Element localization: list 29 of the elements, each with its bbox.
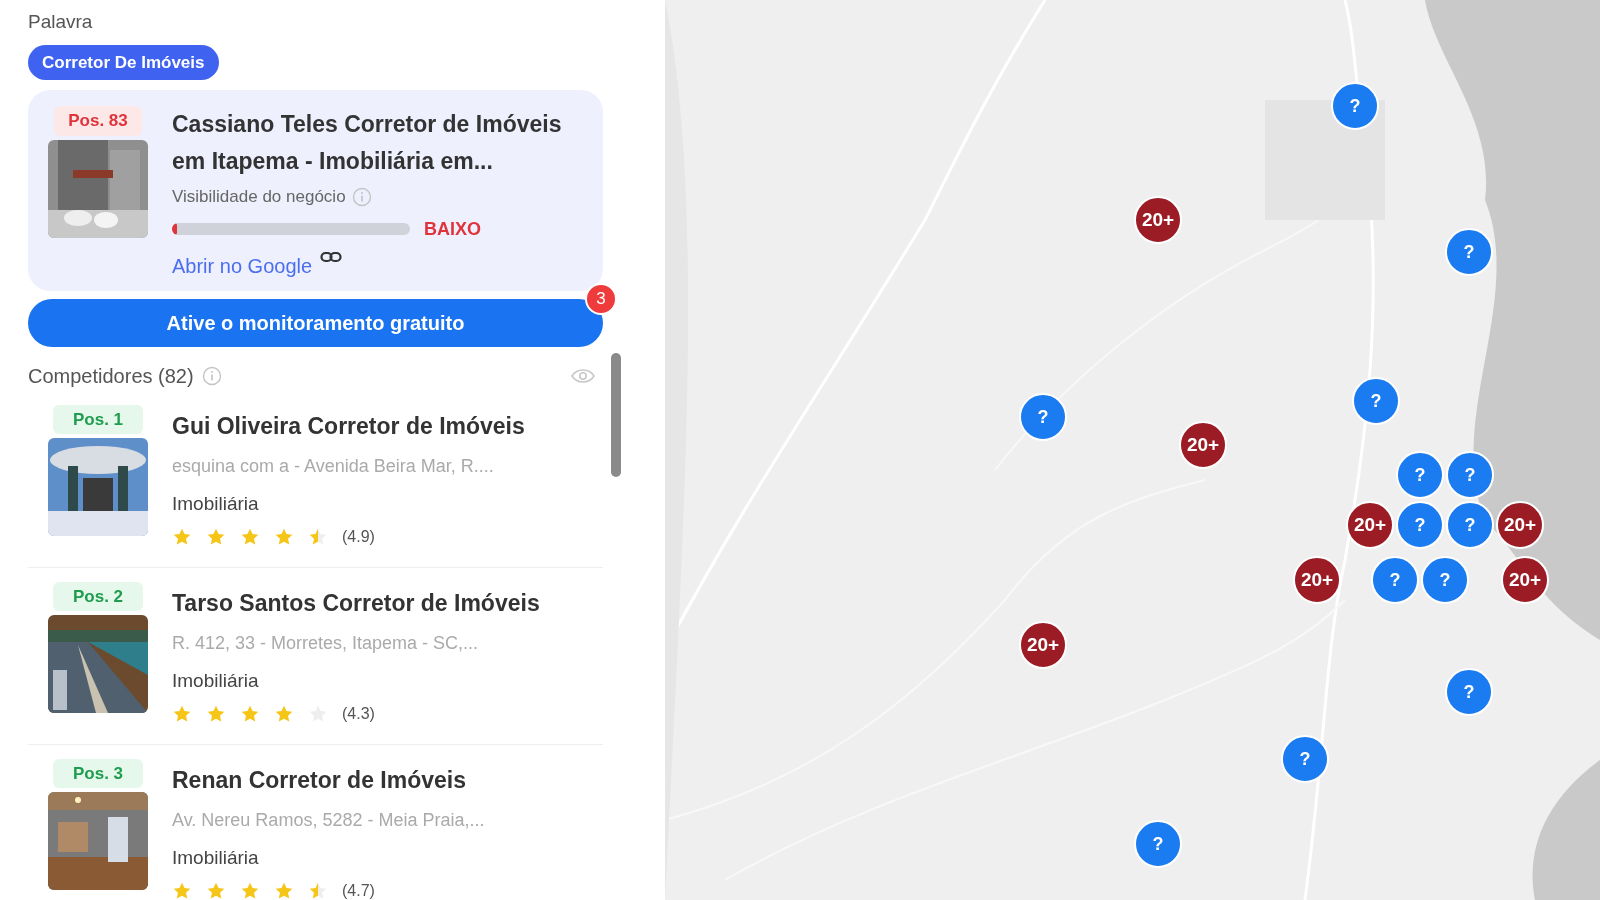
info-icon [351,186,372,207]
info-icon [201,365,222,386]
rating-score: (4.9) [342,526,375,547]
competitors-title: Competidores (82) [28,363,194,389]
competitor-address: R. 412, 33 - Morretes, Itapema - SC,... [172,632,480,655]
competitor-name: Renan Corretor de Imóveis [172,765,467,795]
eye-icon[interactable] [571,367,595,384]
position-badge: Pos. 2 [52,581,144,611]
notification-badge: 3 [585,282,617,315]
competitor-category: Imobiliária [172,846,260,870]
keyword-chip[interactable]: Corretor De Imóveis [28,44,219,80]
position-badge: Pos. 3 [52,758,144,788]
competitor-address: esquina com a - Avenida Beira Mar, R.... [172,455,495,478]
scrollbar-thumb[interactable] [611,352,621,477]
position-badge: Pos. 83 [54,106,142,136]
competitor-address: Av. Nereu Ramos, 5282 - Meia Praia,... [172,809,485,832]
rating-score: (4.3) [342,703,375,724]
competitor-category: Imobiliária [172,492,260,516]
link-icon [320,250,343,265]
competitor-category: Imobiliária [172,669,260,693]
section-label: Palavra [28,10,94,34]
visibility-label: Visibilidade do negócio [172,186,346,208]
visibility-rating: BAIXO [424,217,481,241]
competitor-name: Gui Oliveira Corretor de Imóveis [172,411,525,441]
position-badge: Pos. 1 [52,404,144,434]
google-link[interactable]: Abrir no Google [172,250,313,281]
rating-score: (4.7) [342,880,375,900]
competitor-name: Tarso Santos Corretor de Imóveis [172,588,540,618]
business-name: Cassiano Teles Corretor de Imóveis em Itapema - Imobiliária em... [172,110,563,176]
